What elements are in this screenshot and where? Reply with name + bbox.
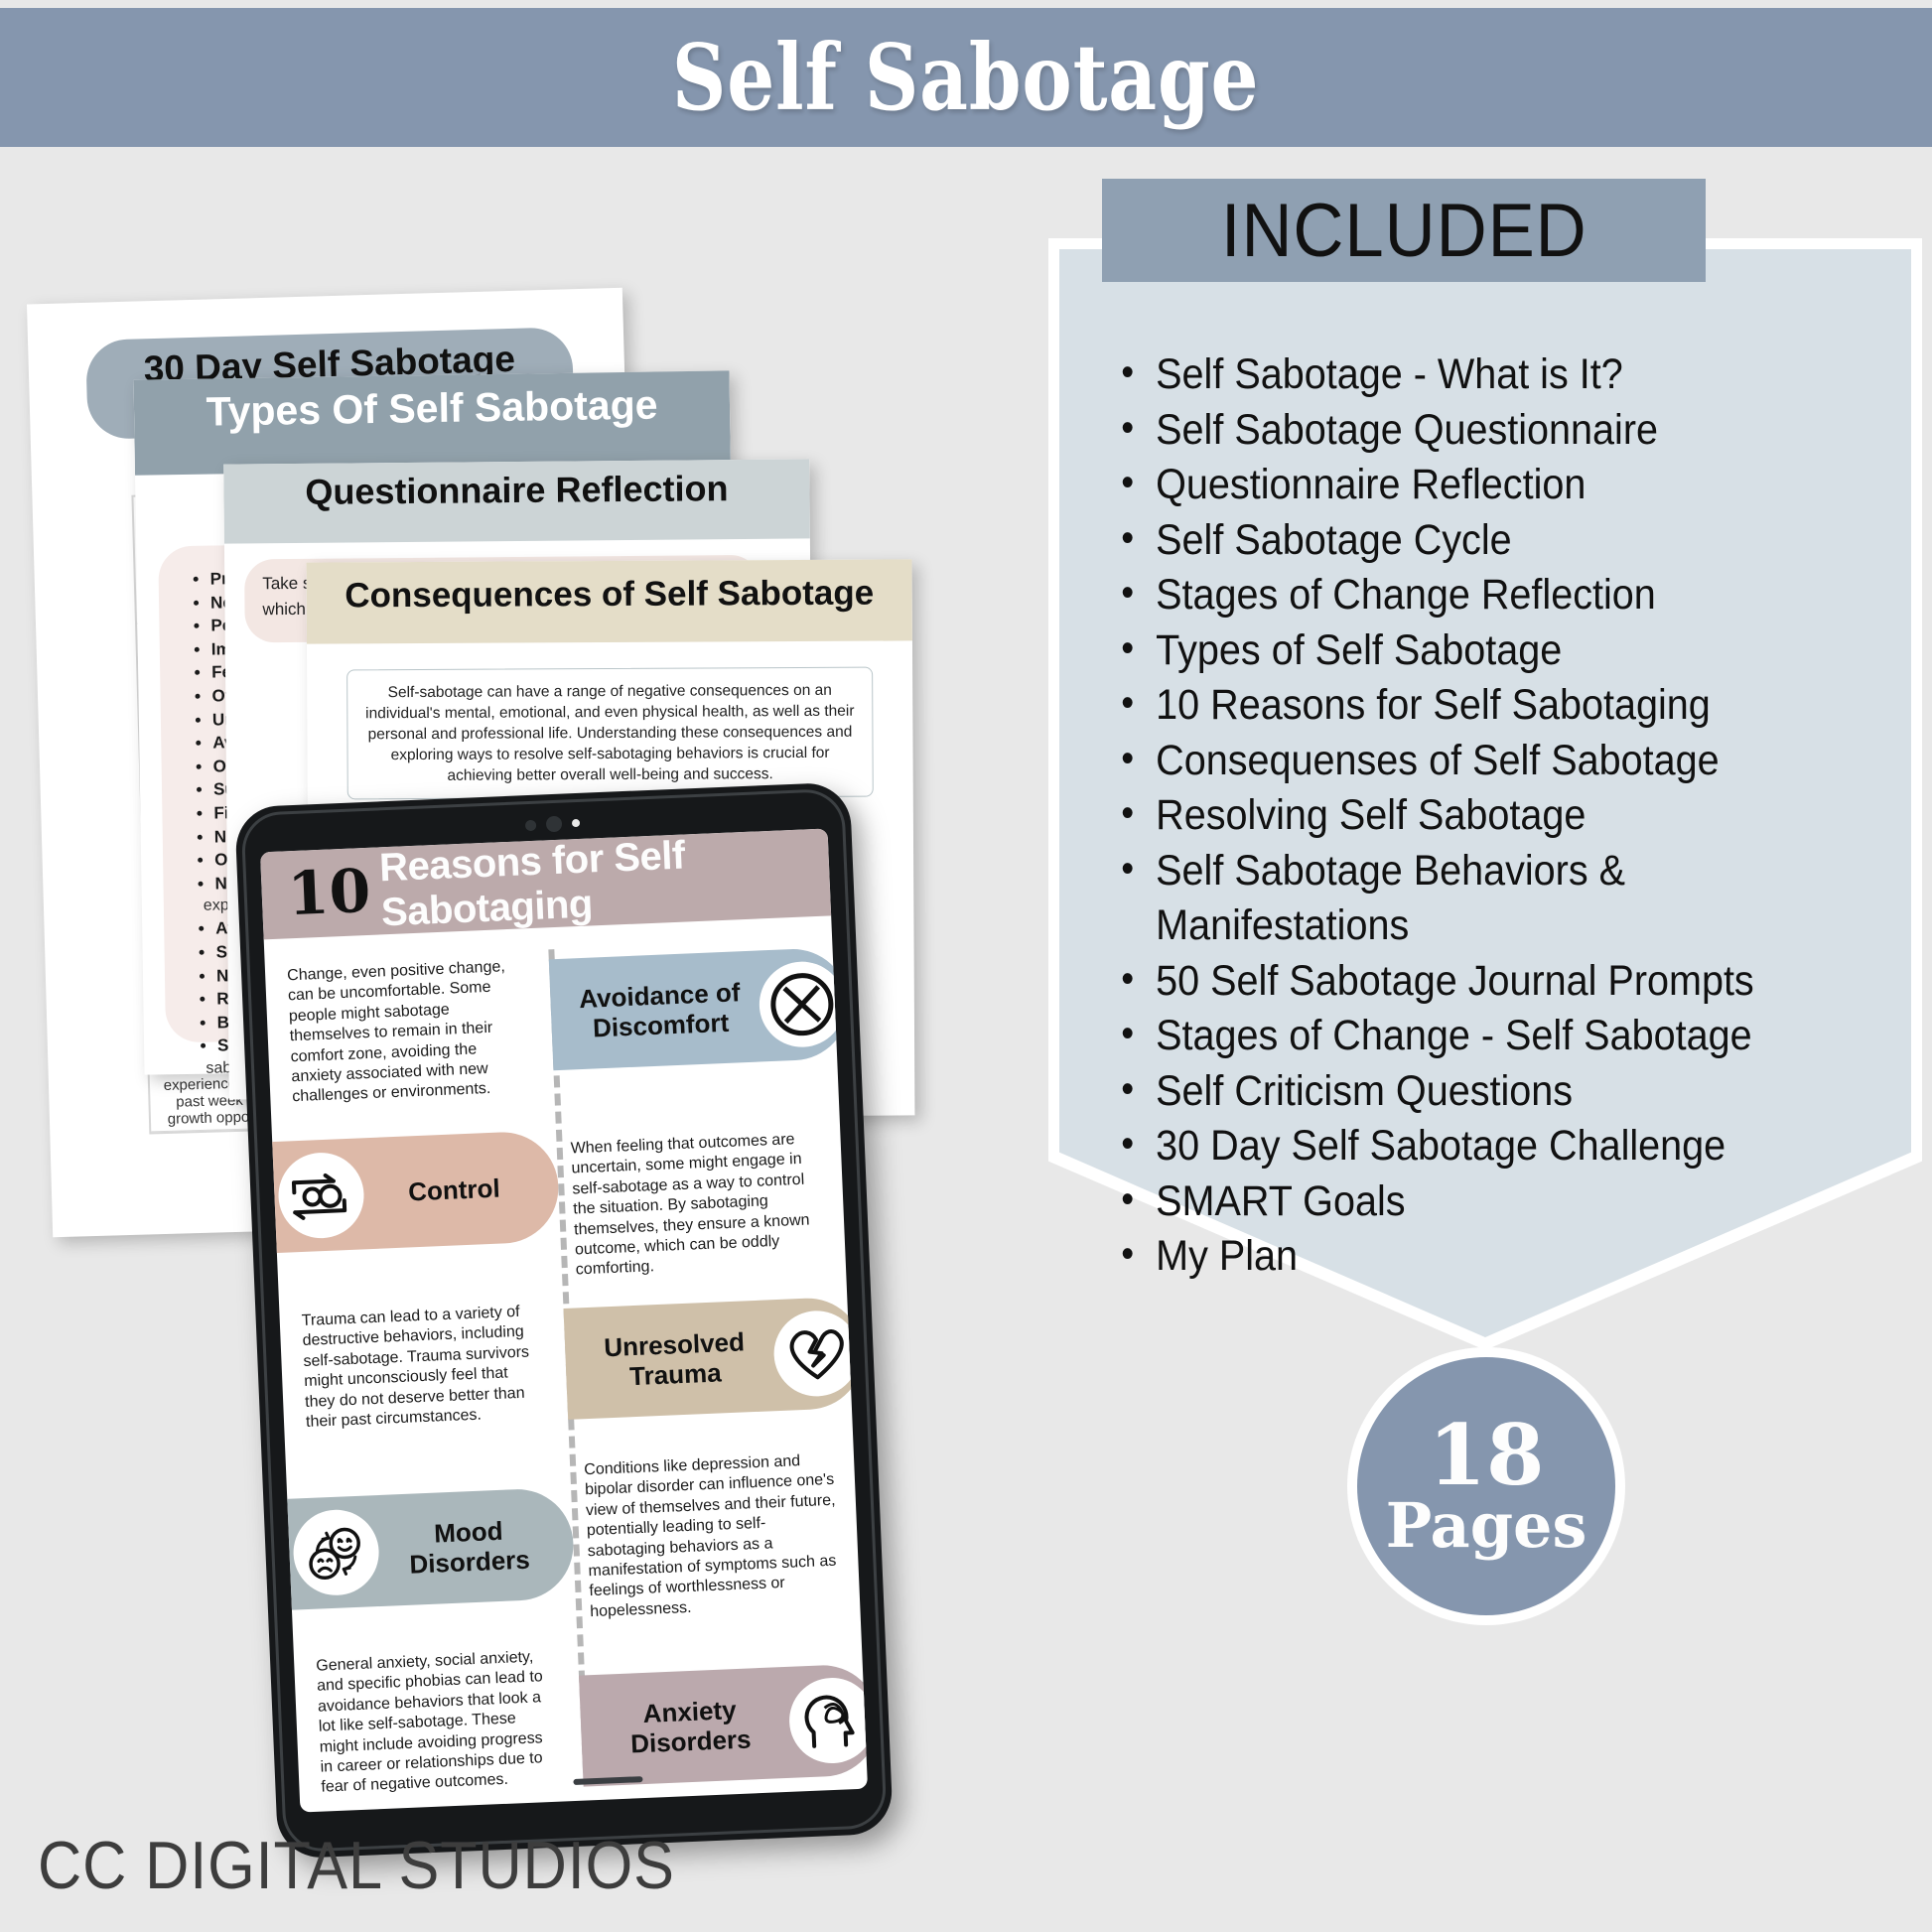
included-item: 30 Day Self Sabotage Challenge [1112, 1117, 1843, 1174]
pages-badge: 18 Pages [1357, 1357, 1615, 1615]
tablet-title-number: 10 [286, 856, 372, 930]
sheet-title-consequences: Consequences of Self Sabotage [345, 573, 875, 616]
reason-row-control: When feeling that outcomes are uncertain… [259, 1116, 847, 1316]
tablet-title-text: Reasons for Self Sabotaging [378, 833, 686, 935]
reason-text-avoidance: Change, even positive change, can be unc… [286, 958, 506, 1106]
included-item: My Plan [1112, 1227, 1843, 1285]
reason-text-trauma: Trauma can lead to a variety of destruct… [301, 1303, 530, 1431]
included-item: Stages of Change Reflection [1112, 566, 1843, 623]
header-bar: Self Sabotage [0, 8, 1932, 147]
reason-text-anxiety: General anxiety, social anxiety, and spe… [316, 1648, 544, 1797]
included-item: Questionnaire Reflection [1112, 456, 1843, 513]
consequences-paragraph: Self-sabotage can have a range of negati… [346, 666, 874, 800]
included-item: SMART Goals [1112, 1173, 1843, 1230]
tablet-screen: 10 Reasons for Self Sabotaging Change, e… [259, 828, 869, 1813]
brand-name: CC DIGITAL STUDIOS [38, 1828, 675, 1903]
reason-chip-avoidance[interactable]: Avoidance of Discomfort [548, 946, 852, 1071]
reason-row-mood: Conditions like depression and bipolar d… [273, 1452, 862, 1672]
pages-count: 18 [1428, 1406, 1545, 1504]
included-items-list: Self Sabotage - What is It? Self Sabotag… [1112, 345, 1906, 1285]
included-item: Self Sabotage Behaviors & Manifestations [1112, 842, 1843, 954]
camera-sensor-icon [571, 818, 581, 828]
tablet-camera-cluster [524, 814, 606, 833]
tablet-mockup[interactable]: 10 Reasons for Self Sabotaging Change, e… [234, 781, 894, 1860]
included-item: 50 Self Sabotage Journal Prompts [1112, 952, 1843, 1010]
included-item: 10 Reasons for Self Sabotaging [1112, 676, 1843, 734]
reason-row-anxiety: General anxiety, social anxiety, and spe… [295, 1648, 869, 1813]
included-item: Types of Self Sabotage [1112, 621, 1843, 679]
camera-lens-icon [545, 815, 563, 833]
page-title: Self Sabotage [672, 24, 1260, 131]
included-item: Self Criticism Questions [1112, 1062, 1843, 1120]
sheet-title-questionnaire: Questionnaire Reflection [305, 468, 729, 512]
included-item: Resolving Self Sabotage [1112, 786, 1843, 844]
pages-label: Pages [1385, 1489, 1587, 1562]
reason-chip-mood[interactable]: Mood Disorders [273, 1486, 576, 1611]
reason-chip-control[interactable]: Control [259, 1130, 561, 1254]
circle-x-icon [758, 959, 847, 1049]
reason-text-mood: Conditions like depression and bipolar d… [583, 1452, 837, 1620]
included-item: Self Sabotage - What is It? [1112, 345, 1843, 403]
camera-dot-icon [524, 819, 537, 831]
reason-chip-trauma[interactable]: Unresolved Trauma [563, 1296, 866, 1420]
included-item: Consequenses of Self Sabotage [1112, 732, 1843, 789]
included-heading-text: INCLUDED [1220, 188, 1587, 273]
reason-chip-anxiety[interactable]: Anxiety Disorders [578, 1663, 869, 1787]
sheet-title-types: Types Of Self Sabotage [206, 381, 658, 435]
reason-row-avoidance: Change, even positive change, can be unc… [265, 939, 852, 1130]
reason-text-control: When feeling that outcomes are uncertain… [570, 1131, 810, 1279]
included-heading-band: INCLUDED [1102, 179, 1706, 282]
included-item: Stages of Change - Self Sabotage [1112, 1007, 1843, 1064]
included-item: Self Sabotage Questionnaire [1112, 401, 1843, 459]
tangled-head-icon [787, 1676, 869, 1765]
included-item: Self Sabotage Cycle [1112, 511, 1843, 569]
